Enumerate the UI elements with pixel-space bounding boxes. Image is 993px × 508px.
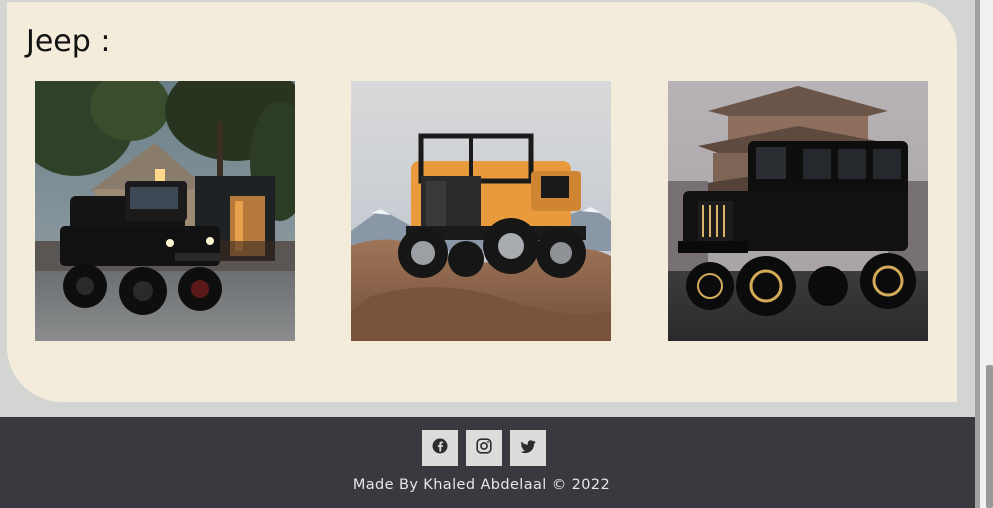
- facebook-button[interactable]: [422, 430, 458, 466]
- jeep-photo-2: [351, 81, 611, 341]
- scrollbar-thumb[interactable]: [986, 365, 993, 508]
- jeep-photo-1: [35, 81, 295, 341]
- jeep-card: Jeep :: [7, 2, 957, 402]
- instagram-icon: [476, 438, 492, 458]
- footer-credit: Made By Khaled Abdelaal © 2022: [352, 477, 611, 493]
- jeep-photo-3: [668, 81, 928, 341]
- section-title: Jeep :: [26, 24, 111, 59]
- instagram-button[interactable]: [466, 430, 502, 466]
- footer: Made By Khaled Abdelaal © 2022: [0, 417, 980, 508]
- twitter-icon: [520, 439, 536, 458]
- twitter-button[interactable]: [510, 430, 546, 466]
- facebook-icon: [432, 438, 448, 458]
